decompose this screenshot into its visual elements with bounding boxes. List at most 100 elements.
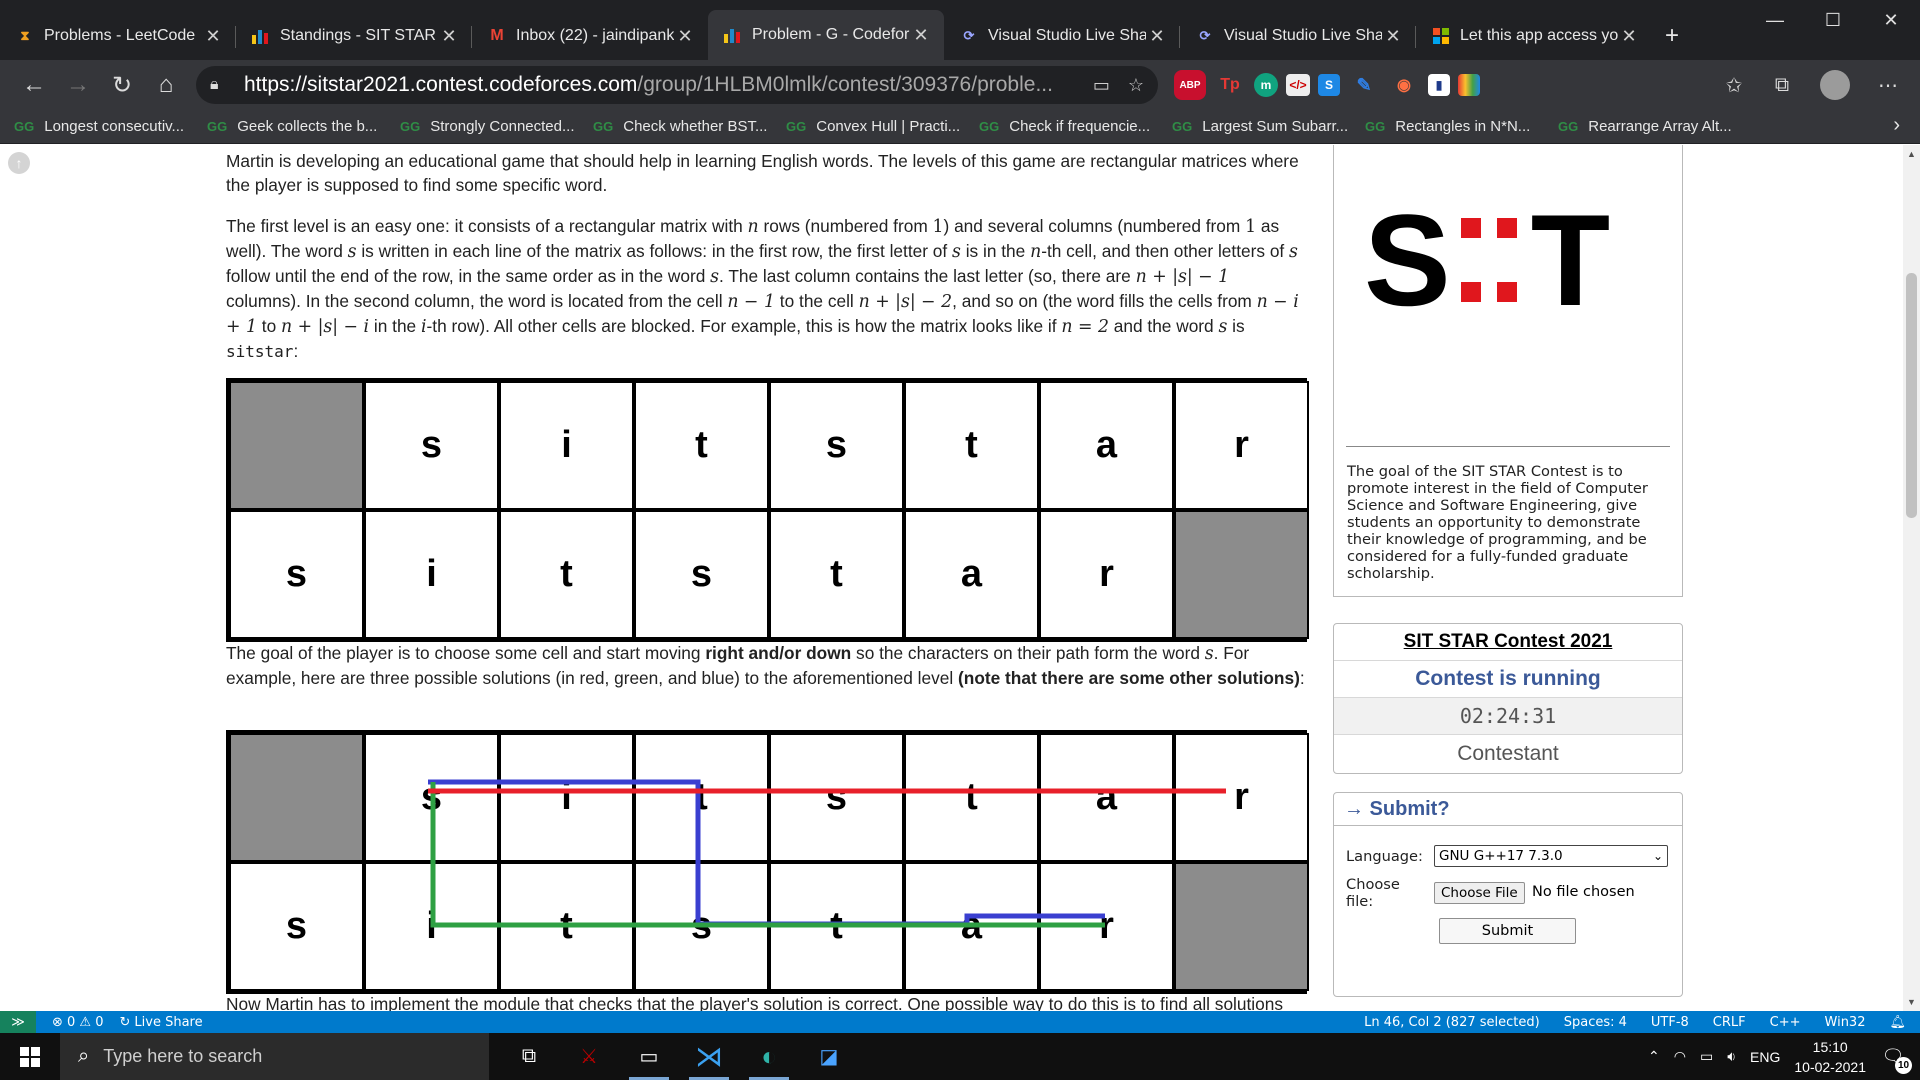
problem-paragraph: The first level is an easy one: it consi… — [226, 216, 1299, 361]
scrollbar-thumb[interactable] — [1906, 273, 1917, 518]
close-icon[interactable]: ✕ — [1618, 26, 1640, 47]
favorites-icon[interactable]: ✩ — [1712, 63, 1756, 107]
participant-role: Contestant — [1457, 741, 1559, 765]
matrix-cell: s — [364, 381, 499, 510]
language-indicator[interactable]: ENG — [1750, 1049, 1780, 1065]
tab-problem-g[interactable]: Problem - G - Codeforc ✕ — [708, 10, 944, 60]
color-extension-icon[interactable] — [1458, 74, 1480, 96]
more-menu-icon[interactable]: ⋯ — [1866, 63, 1910, 107]
file-status: No file chosen — [1532, 884, 1635, 900]
language-mode[interactable]: C++ — [1770, 1015, 1801, 1030]
close-icon[interactable]: ✕ — [910, 25, 932, 46]
matrix-cell: a — [904, 862, 1039, 991]
gfg-icon: GG — [1365, 119, 1386, 134]
reader-mode-icon[interactable]: ▭ — [1093, 75, 1110, 96]
indentation[interactable]: Spaces: 4 — [1564, 1015, 1627, 1030]
close-icon[interactable]: ✕ — [1382, 26, 1404, 47]
s-extension-icon[interactable]: S — [1318, 74, 1340, 96]
avatar[interactable] — [1820, 70, 1850, 100]
bell-icon[interactable]: 🔔︎ — [1889, 1015, 1906, 1030]
bookmark-item[interactable]: GG Check if frequencie... — [979, 118, 1172, 135]
tab-gmail[interactable]: M Inbox (22) - jaindipank ✕ — [472, 12, 708, 60]
address-bar[interactable]: 🔒︎ https://sitstar2021.contest.codeforce… — [196, 66, 1158, 104]
close-icon[interactable]: ✕ — [438, 26, 460, 47]
battery-icon[interactable]: ▭ — [1700, 1048, 1713, 1065]
gfg-icon: GG — [593, 119, 614, 134]
close-window-icon[interactable]: ✕ — [1862, 0, 1920, 40]
notification-icon[interactable]: 🗨︎ 10 — [1880, 1044, 1912, 1074]
scroll-up-icon[interactable]: ↑ — [8, 152, 30, 174]
clock[interactable]: 15:10 10-02-2021 — [1794, 1037, 1866, 1077]
codeforces-icon — [252, 27, 270, 45]
task-view-icon[interactable]: ⧉ — [499, 1033, 559, 1080]
tab-title: Standings - SIT STAR C — [280, 27, 438, 44]
encoding[interactable]: UTF-8 — [1651, 1015, 1689, 1030]
bookmark-item[interactable]: GG Strongly Connected... — [400, 118, 593, 135]
choose-file-button[interactable]: Choose File — [1434, 882, 1525, 904]
matrix-cell: r — [1039, 510, 1174, 639]
tab-live-share-2[interactable]: ⟳ Visual Studio Live Shar ✕ — [1180, 12, 1416, 60]
matrix-cell: r — [1174, 733, 1309, 862]
line-ending[interactable]: CRLF — [1713, 1015, 1746, 1030]
cursor-position[interactable]: Ln 46, Col 2 (827 selected) — [1364, 1015, 1540, 1030]
matrix-cell: t — [499, 510, 634, 639]
language-select[interactable]: GNU G++17 7.3.0 ⌄ — [1434, 845, 1668, 867]
close-icon[interactable]: ✕ — [1146, 26, 1168, 47]
reload-icon[interactable]: ↻ — [100, 63, 144, 107]
predator-app-icon[interactable]: ⚔ — [559, 1033, 619, 1080]
pen-extension-icon[interactable]: ✎ — [1348, 70, 1380, 100]
submit-button[interactable]: Submit — [1439, 918, 1576, 944]
bookmark-item[interactable]: GG Convex Hull | Practi... — [786, 118, 979, 135]
bookmark-item[interactable]: GG Largest Sum Subarr... — [1172, 118, 1365, 135]
live-share-status[interactable]: ↻ Live Share — [120, 1015, 203, 1030]
forward-icon[interactable]: → — [56, 63, 100, 107]
tab-app-access[interactable]: Let this app access you ✕ — [1416, 12, 1652, 60]
bookmark-item[interactable]: GG Longest consecutiv... — [14, 118, 207, 135]
maximize-icon[interactable]: ☐ — [1804, 0, 1862, 40]
bookmark-item[interactable]: GG Check whether BST... — [593, 118, 786, 135]
back-icon[interactable]: ← — [12, 63, 56, 107]
submit-title[interactable]: → Submit? — [1334, 793, 1682, 826]
adblock-icon[interactable]: ABP — [1174, 70, 1206, 100]
gfg-icon: GG — [1558, 119, 1579, 134]
close-icon[interactable]: ✕ — [674, 26, 696, 47]
contest-name-link[interactable]: SIT STAR Contest 2021 — [1334, 624, 1682, 661]
home-icon[interactable]: ⌂ — [144, 63, 188, 107]
platform[interactable]: Win32 — [1825, 1015, 1866, 1030]
add-favorite-icon[interactable]: ☆ — [1128, 75, 1144, 96]
tab-live-share-1[interactable]: ⟳ Visual Studio Live Shar ✕ — [944, 12, 1180, 60]
tab-title: Visual Studio Live Shar — [988, 27, 1146, 44]
app-icon[interactable]: ◪ — [799, 1033, 859, 1080]
m-extension-icon[interactable]: m — [1254, 73, 1278, 97]
minimize-icon[interactable]: — — [1746, 0, 1804, 40]
matrix-cell: i — [499, 733, 634, 862]
flag-extension-icon[interactable]: ▮ — [1428, 74, 1450, 96]
tab-leetcode[interactable]: ⧗ Problems - LeetCode ✕ — [0, 12, 236, 60]
new-tab-button[interactable]: + — [1652, 12, 1692, 60]
taskbar-search[interactable]: ⌕ Type here to search — [60, 1033, 489, 1080]
remote-icon[interactable]: ≫ — [0, 1011, 36, 1033]
edge-icon[interactable]: ◐ — [739, 1033, 799, 1080]
bookmark-item[interactable]: GG Geek collects the b... — [207, 118, 400, 135]
volume-icon[interactable]: 🔉︎ — [1727, 1048, 1736, 1065]
collections-icon[interactable]: ⧉ — [1760, 63, 1804, 107]
tp-icon[interactable]: Tp — [1214, 70, 1246, 100]
vscode-icon[interactable]: ⋊ — [679, 1033, 739, 1080]
fox-extension-icon[interactable]: ◉ — [1388, 70, 1420, 100]
bookmark-item[interactable]: GG Rearrange Array Alt... — [1558, 118, 1751, 135]
close-icon[interactable]: ✕ — [202, 26, 224, 47]
code-extension-icon[interactable]: </> — [1286, 74, 1310, 96]
page-scrollbar[interactable]: ▲ ▼ — [1903, 145, 1920, 1011]
tab-standings[interactable]: Standings - SIT STAR C ✕ — [236, 12, 472, 60]
problems-indicator[interactable]: ⊗ 0 ⚠ 0 — [52, 1015, 104, 1030]
wifi-icon[interactable]: ◠ — [1674, 1048, 1686, 1065]
live-share-icon: ⟳ — [963, 28, 975, 43]
bookmark-item[interactable]: GG Rectangles in N*N... — [1365, 118, 1558, 135]
chevron-right-icon[interactable]: › — [1893, 114, 1900, 137]
chevron-up-icon[interactable]: ⌃ — [1648, 1048, 1660, 1065]
windows-logo-icon — [20, 1046, 40, 1067]
terminal-icon[interactable]: ▭ — [619, 1033, 679, 1080]
scroll-down-arrow-icon[interactable]: ▼ — [1903, 997, 1920, 1007]
scroll-up-arrow-icon[interactable]: ▲ — [1903, 149, 1920, 159]
start-button[interactable] — [0, 1033, 60, 1080]
